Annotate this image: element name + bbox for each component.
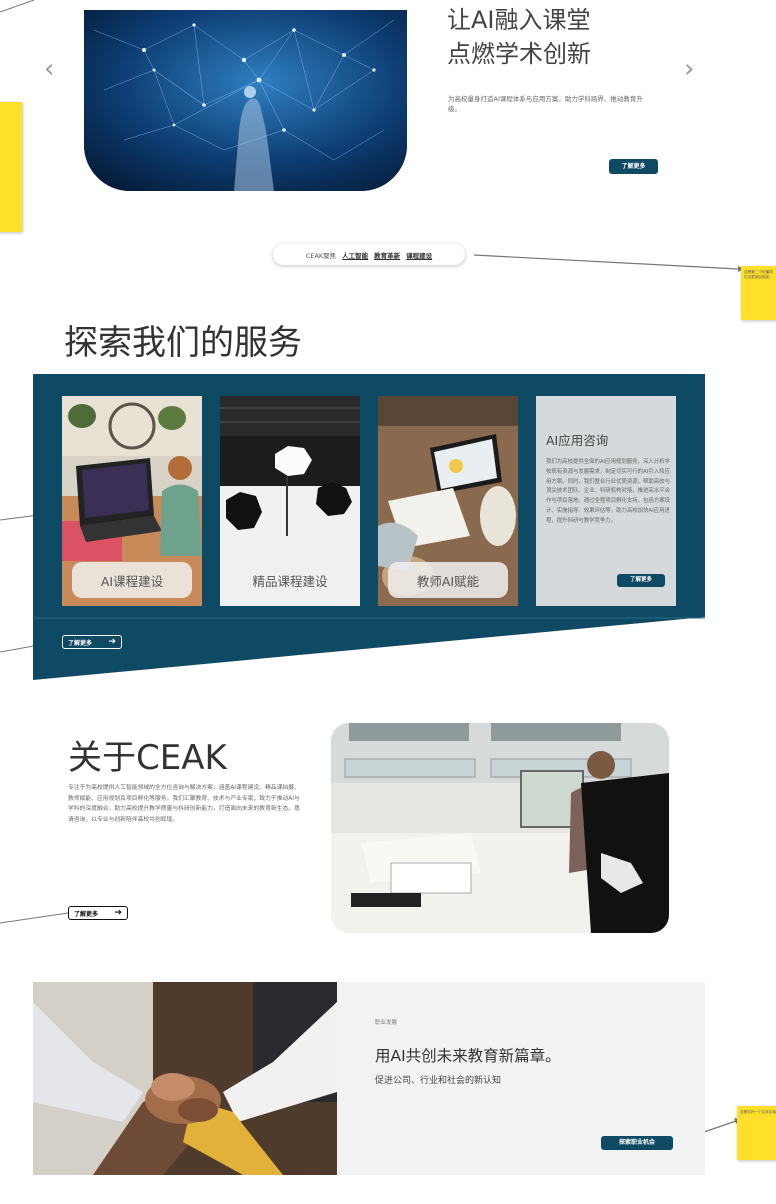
carousel-next-icon[interactable]: ›	[684, 56, 694, 82]
connector-line-about-more	[0, 912, 69, 924]
career-subheading: 促进公司、行业和社会的新认知	[375, 1076, 502, 1086]
hero-title-line2: 点燃学术创新	[447, 40, 591, 68]
focus-tags-pill: CEAK聚焦 人工智能 教育革新 课程建设	[273, 244, 465, 265]
tag-link-ai[interactable]: 人工智能	[342, 250, 368, 260]
arrow-right-icon: ➔	[114, 908, 122, 918]
service-card-ai-course[interactable]: AI课程建设	[62, 396, 202, 606]
explore-careers-button[interactable]: 探索职业机会	[601, 1136, 673, 1150]
service-card-ai-consulting[interactable]: AI应用咨询 我们为高校提供全面的AI应用规划服务，深入分析学校现有资源与发展需…	[536, 396, 676, 606]
sticky-note-left	[0, 102, 22, 232]
career-eyebrow: 职业发展	[375, 1020, 398, 1026]
sticky-note-right-1-text: 这是第二个轮播项，在这里添加描述。	[744, 270, 776, 279]
ai-consulting-learn-more-button[interactable]: 了解更多	[617, 574, 665, 587]
about-heading: 关于CEAK	[68, 738, 227, 778]
connector-line-pill	[473, 254, 739, 270]
service-card-teacher-ai-label: 教师AI赋能	[388, 562, 508, 598]
sticky-note-right-2: 这是另外一个文本区域	[737, 1106, 776, 1160]
tag-link-course[interactable]: 课程建设	[406, 250, 432, 260]
ai-consulting-body: 我们为高校提供全面的AI应用规划服务，深入分析学校现有资源与发展需求，制定切实可…	[546, 459, 670, 524]
sticky-note-right-1: 这是第二个轮播项，在这里添加描述。	[741, 266, 776, 320]
about-description: 专注于为高校提供人工智能领域的全方位咨询与解决方案，涵盖AI课程建设、精品课拍摄…	[68, 785, 300, 823]
ai-consulting-title: AI应用咨询	[546, 433, 609, 448]
hero-title-line1: 让AI融入课堂	[447, 6, 591, 34]
career-panel: 职业发展 用AI共创未来教育新篇章。 促进公司、行业和社会的新认知 探索职业机会	[337, 982, 705, 1175]
services-learn-more-button[interactable]: 了解更多 ➔	[62, 635, 122, 649]
services-heading: 探索我们的服务	[64, 323, 302, 363]
focus-brand-label: CEAK聚焦	[305, 251, 337, 260]
connector-line-top	[0, 0, 35, 13]
career-heading: 用AI共创未来教育新篇章。	[375, 1047, 561, 1065]
tag-link-education[interactable]: 教育革新	[374, 250, 400, 260]
hero-learn-more-button[interactable]: 了解更多	[609, 159, 658, 174]
service-card-quality-course[interactable]: 精品课程建设	[220, 396, 360, 606]
carousel-prev-icon[interactable]: ‹	[44, 56, 54, 82]
sticky-note-right-2-text: 这是另外一个文本区域	[740, 1110, 776, 1114]
service-card-ai-course-label: AI课程建设	[72, 562, 192, 598]
about-learn-more-button[interactable]: 了解更多 ➔	[68, 906, 128, 920]
services-learn-more-label: 了解更多	[68, 639, 93, 647]
arrow-right-icon: ➔	[108, 637, 116, 647]
hero-description: 为高校量身打造AI课程体系与应用方案，助力学科跨界、推动教育升级。	[448, 95, 643, 113]
about-office-image	[331, 723, 669, 933]
hero-image	[84, 10, 407, 191]
about-learn-more-label: 了解更多	[74, 910, 99, 918]
career-teamwork-image	[33, 982, 337, 1175]
service-card-quality-course-label: 精品课程建设	[230, 562, 350, 598]
service-card-teacher-ai[interactable]: 教师AI赋能	[378, 396, 518, 606]
hero-title: 让AI融入课堂 点燃学术创新	[447, 3, 591, 71]
